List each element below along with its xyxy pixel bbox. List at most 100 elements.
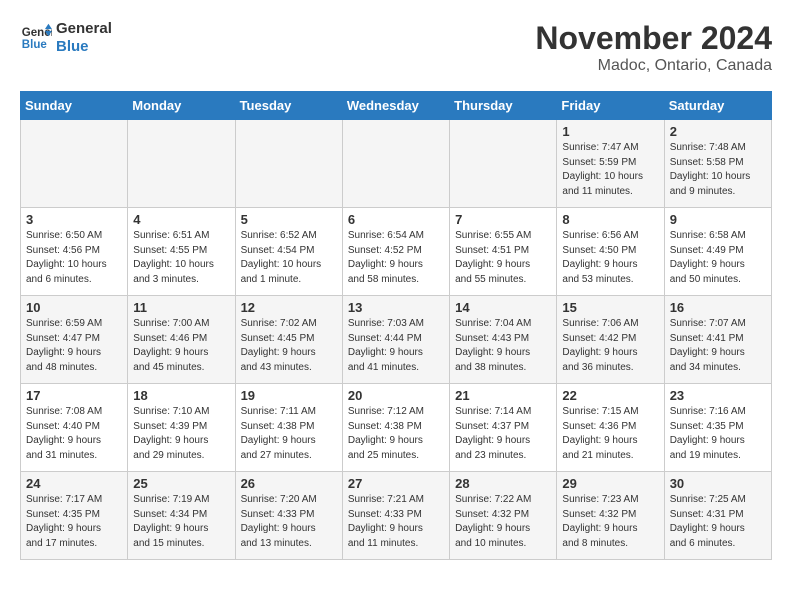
calendar-table: SundayMondayTuesdayWednesdayThursdayFrid… <box>20 91 772 560</box>
day-info: Sunrise: 7:19 AM Sunset: 4:34 PM Dayligh… <box>133 493 229 551</box>
weekday-tuesday: Tuesday <box>235 92 342 120</box>
day-info: Sunrise: 7:04 AM Sunset: 4:43 PM Dayligh… <box>455 317 551 375</box>
day-info: Sunrise: 7:11 AM Sunset: 4:38 PM Dayligh… <box>241 405 337 463</box>
day-cell: 23 Sunrise: 7:16 AM Sunset: 4:35 PM Dayli… <box>664 384 771 472</box>
day-cell: 30 Sunrise: 7:25 AM Sunset: 4:31 PM Dayli… <box>664 472 771 560</box>
weekday-monday: Monday <box>128 92 235 120</box>
day-cell: 11Sunrise: 7:00 AM Sunset: 4:46 PM Dayli… <box>128 296 235 384</box>
day-info: Sunrise: 7:12 AM Sunset: 4:38 PM Dayligh… <box>348 405 444 463</box>
day-number: 23 <box>670 388 766 403</box>
day-info: Sunrise: 6:54 AM Sunset: 4:52 PM Dayligh… <box>348 229 444 287</box>
day-cell: 2Sunrise: 7:48 AM Sunset: 5:58 PM Daylig… <box>664 120 771 208</box>
day-cell: 6 Sunrise: 6:54 AM Sunset: 4:52 PM Daylig… <box>342 208 449 296</box>
day-number: 17 <box>26 388 122 403</box>
day-cell <box>21 120 128 208</box>
day-cell: 18 Sunrise: 7:10 AM Sunset: 4:39 PM Dayli… <box>128 384 235 472</box>
location: Madoc, Ontario, Canada <box>535 57 772 75</box>
day-number: 26 <box>241 476 337 491</box>
day-number: 27 <box>348 476 444 491</box>
day-number: 10 <box>26 300 122 315</box>
week-row-2: 3 Sunrise: 6:50 AM Sunset: 4:56 PM Daylig… <box>21 208 772 296</box>
day-cell <box>128 120 235 208</box>
day-cell <box>235 120 342 208</box>
day-number: 22 <box>562 388 658 403</box>
day-cell: 15 Sunrise: 7:06 AM Sunset: 4:42 PM Dayli… <box>557 296 664 384</box>
day-info: Sunrise: 7:47 AM Sunset: 5:59 PM Dayligh… <box>562 141 658 199</box>
calendar-body: 1Sunrise: 7:47 AM Sunset: 5:59 PM Daylig… <box>21 120 772 560</box>
day-number: 13 <box>348 300 444 315</box>
day-number: 19 <box>241 388 337 403</box>
month-title: November 2024 <box>535 20 772 57</box>
day-number: 15 <box>562 300 658 315</box>
day-info: Sunrise: 7:10 AM Sunset: 4:39 PM Dayligh… <box>133 405 229 463</box>
day-number: 5 <box>241 212 337 227</box>
day-info: Sunrise: 7:48 AM Sunset: 5:58 PM Dayligh… <box>670 141 766 199</box>
day-number: 6 <box>348 212 444 227</box>
day-cell: 25 Sunrise: 7:19 AM Sunset: 4:34 PM Dayli… <box>128 472 235 560</box>
day-info: Sunrise: 7:00 AM Sunset: 4:46 PM Dayligh… <box>133 317 229 375</box>
day-cell <box>450 120 557 208</box>
day-cell: 13 Sunrise: 7:03 AM Sunset: 4:44 PM Dayli… <box>342 296 449 384</box>
day-info: Sunrise: 7:03 AM Sunset: 4:44 PM Dayligh… <box>348 317 444 375</box>
day-info: Sunrise: 6:50 AM Sunset: 4:56 PM Dayligh… <box>26 229 122 287</box>
day-number: 25 <box>133 476 229 491</box>
day-number: 29 <box>562 476 658 491</box>
week-row-4: 17 Sunrise: 7:08 AM Sunset: 4:40 PM Dayli… <box>21 384 772 472</box>
day-info: Sunrise: 6:52 AM Sunset: 4:54 PM Dayligh… <box>241 229 337 287</box>
day-cell: 29 Sunrise: 7:23 AM Sunset: 4:32 PM Dayli… <box>557 472 664 560</box>
day-info: Sunrise: 7:25 AM Sunset: 4:31 PM Dayligh… <box>670 493 766 551</box>
day-cell: 28Sunrise: 7:22 AM Sunset: 4:32 PM Dayli… <box>450 472 557 560</box>
day-info: Sunrise: 7:21 AM Sunset: 4:33 PM Dayligh… <box>348 493 444 551</box>
day-number: 14 <box>455 300 551 315</box>
week-row-1: 1Sunrise: 7:47 AM Sunset: 5:59 PM Daylig… <box>21 120 772 208</box>
day-number: 18 <box>133 388 229 403</box>
weekday-saturday: Saturday <box>664 92 771 120</box>
week-row-3: 10 Sunrise: 6:59 AM Sunset: 4:47 PM Dayli… <box>21 296 772 384</box>
weekday-thursday: Thursday <box>450 92 557 120</box>
week-row-5: 24 Sunrise: 7:17 AM Sunset: 4:35 PM Dayli… <box>21 472 772 560</box>
weekday-sunday: Sunday <box>21 92 128 120</box>
day-number: 12 <box>241 300 337 315</box>
day-info: Sunrise: 7:06 AM Sunset: 4:42 PM Dayligh… <box>562 317 658 375</box>
day-info: Sunrise: 7:17 AM Sunset: 4:35 PM Dayligh… <box>26 493 122 551</box>
day-number: 4 <box>133 212 229 227</box>
weekday-wednesday: Wednesday <box>342 92 449 120</box>
day-cell: 10 Sunrise: 6:59 AM Sunset: 4:47 PM Dayli… <box>21 296 128 384</box>
day-info: Sunrise: 6:58 AM Sunset: 4:49 PM Dayligh… <box>670 229 766 287</box>
day-cell: 1Sunrise: 7:47 AM Sunset: 5:59 PM Daylig… <box>557 120 664 208</box>
day-cell: 17 Sunrise: 7:08 AM Sunset: 4:40 PM Dayli… <box>21 384 128 472</box>
day-info: Sunrise: 7:23 AM Sunset: 4:32 PM Dayligh… <box>562 493 658 551</box>
day-cell: 21Sunrise: 7:14 AM Sunset: 4:37 PM Dayli… <box>450 384 557 472</box>
day-info: Sunrise: 6:56 AM Sunset: 4:50 PM Dayligh… <box>562 229 658 287</box>
day-number: 3 <box>26 212 122 227</box>
logo-line2: Blue <box>56 38 112 56</box>
day-info: Sunrise: 7:16 AM Sunset: 4:35 PM Dayligh… <box>670 405 766 463</box>
day-cell: 5 Sunrise: 6:52 AM Sunset: 4:54 PM Daylig… <box>235 208 342 296</box>
svg-text:Blue: Blue <box>22 39 48 51</box>
day-cell: 20Sunrise: 7:12 AM Sunset: 4:38 PM Dayli… <box>342 384 449 472</box>
day-number: 9 <box>670 212 766 227</box>
logo-line1: General <box>56 20 112 38</box>
day-info: Sunrise: 7:07 AM Sunset: 4:41 PM Dayligh… <box>670 317 766 375</box>
day-info: Sunrise: 7:14 AM Sunset: 4:37 PM Dayligh… <box>455 405 551 463</box>
day-cell: 12Sunrise: 7:02 AM Sunset: 4:45 PM Dayli… <box>235 296 342 384</box>
day-info: Sunrise: 7:08 AM Sunset: 4:40 PM Dayligh… <box>26 405 122 463</box>
day-info: Sunrise: 7:15 AM Sunset: 4:36 PM Dayligh… <box>562 405 658 463</box>
day-number: 24 <box>26 476 122 491</box>
day-cell: 14 Sunrise: 7:04 AM Sunset: 4:43 PM Dayli… <box>450 296 557 384</box>
day-number: 7 <box>455 212 551 227</box>
day-info: Sunrise: 6:51 AM Sunset: 4:55 PM Dayligh… <box>133 229 229 287</box>
day-info: Sunrise: 7:20 AM Sunset: 4:33 PM Dayligh… <box>241 493 337 551</box>
day-cell: 9 Sunrise: 6:58 AM Sunset: 4:49 PM Daylig… <box>664 208 771 296</box>
day-number: 28 <box>455 476 551 491</box>
day-cell: 8Sunrise: 6:56 AM Sunset: 4:50 PM Daylig… <box>557 208 664 296</box>
weekday-friday: Friday <box>557 92 664 120</box>
day-number: 30 <box>670 476 766 491</box>
day-cell: 26 Sunrise: 7:20 AM Sunset: 4:33 PM Dayli… <box>235 472 342 560</box>
day-cell: 16 Sunrise: 7:07 AM Sunset: 4:41 PM Dayli… <box>664 296 771 384</box>
day-cell: 4 Sunrise: 6:51 AM Sunset: 4:55 PM Daylig… <box>128 208 235 296</box>
day-info: Sunrise: 6:59 AM Sunset: 4:47 PM Dayligh… <box>26 317 122 375</box>
day-number: 16 <box>670 300 766 315</box>
weekday-header-row: SundayMondayTuesdayWednesdayThursdayFrid… <box>21 92 772 120</box>
day-info: Sunrise: 6:55 AM Sunset: 4:51 PM Dayligh… <box>455 229 551 287</box>
